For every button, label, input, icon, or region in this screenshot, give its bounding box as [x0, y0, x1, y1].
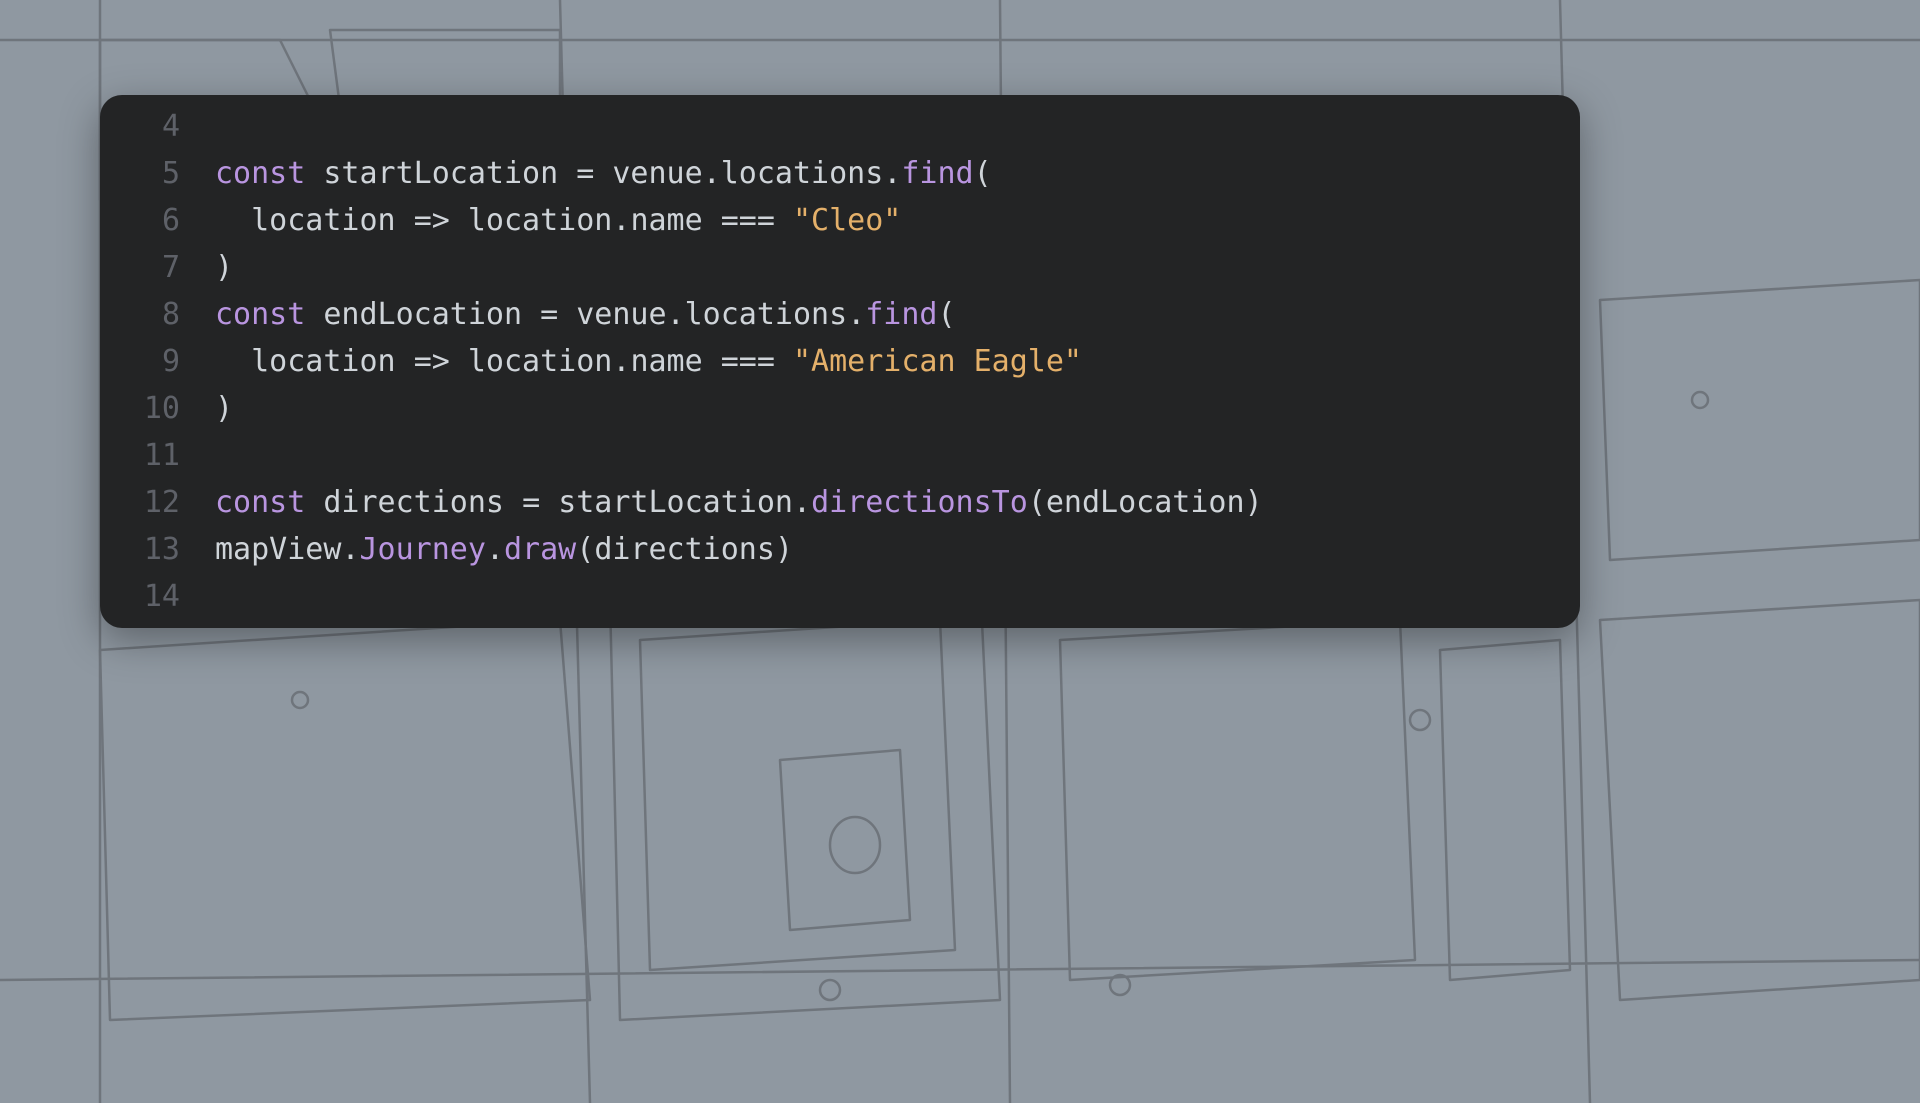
code-token: ) [215, 391, 233, 426]
code-token: "Cleo" [793, 203, 901, 238]
code-token: name [630, 344, 720, 379]
code-token: endLocation [323, 297, 540, 332]
code-token: location [468, 203, 613, 238]
code-token: . [486, 532, 504, 567]
code-content: const endLocation = venue.locations.find… [215, 291, 1580, 338]
code-line: 12const directions = startLocation.direc… [100, 479, 1580, 526]
code-token: venue [576, 297, 666, 332]
code-token: Journey [360, 532, 486, 567]
code-token: const [215, 485, 323, 520]
code-token: location [468, 344, 613, 379]
line-number: 13 [100, 526, 215, 573]
code-token: ) [775, 532, 793, 567]
code-token: . [612, 203, 630, 238]
code-line: 13mapView.Journey.draw(directions) [100, 526, 1580, 573]
code-token: => [414, 344, 468, 379]
code-line: 5const startLocation = venue.locations.f… [100, 150, 1580, 197]
code-token: ) [1245, 485, 1263, 520]
code-line: 7) [100, 244, 1580, 291]
code-token: const [215, 297, 323, 332]
code-line: 9 location => location.name === "America… [100, 338, 1580, 385]
line-number: 9 [100, 338, 215, 385]
code-token: === [721, 344, 793, 379]
line-number: 4 [100, 103, 215, 150]
code-token: = [522, 485, 558, 520]
code-token: . [612, 344, 630, 379]
code-token: . [847, 297, 865, 332]
line-number: 6 [100, 197, 215, 244]
code-token: ( [576, 532, 594, 567]
line-number: 12 [100, 479, 215, 526]
code-token: startLocation [323, 156, 576, 191]
code-token [215, 203, 251, 238]
code-token: locations [721, 156, 884, 191]
line-number: 10 [100, 385, 215, 432]
line-number: 5 [100, 150, 215, 197]
code-content: const directions = startLocation.directi… [215, 479, 1580, 526]
code-token: location [251, 203, 414, 238]
line-number: 7 [100, 244, 215, 291]
code-token: ( [974, 156, 992, 191]
code-content: location => location.name === "American … [215, 338, 1580, 385]
code-token: directions [323, 485, 522, 520]
code-token: find [865, 297, 937, 332]
code-line: 4 [100, 103, 1580, 150]
code-token: mapView [215, 532, 341, 567]
code-content: location => location.name === "Cleo" [215, 197, 1580, 244]
line-number: 11 [100, 432, 215, 479]
code-token: location [251, 344, 414, 379]
code-editor-card: 45const startLocation = venue.locations.… [100, 95, 1580, 628]
code-token: startLocation [558, 485, 793, 520]
code-content: ) [215, 385, 1580, 432]
code-token: const [215, 156, 323, 191]
code-token: ) [215, 250, 233, 285]
line-number: 14 [100, 573, 215, 620]
line-number: 8 [100, 291, 215, 338]
code-token: draw [504, 532, 576, 567]
code-token: === [721, 203, 793, 238]
code-line: 8const endLocation = venue.locations.fin… [100, 291, 1580, 338]
code-token: . [341, 532, 359, 567]
code-content: mapView.Journey.draw(directions) [215, 526, 1580, 573]
code-line: 6 location => location.name === "Cleo" [100, 197, 1580, 244]
code-token: => [414, 203, 468, 238]
code-token: ( [938, 297, 956, 332]
code-token: = [576, 156, 612, 191]
code-token: . [793, 485, 811, 520]
code-token: name [630, 203, 720, 238]
code-token [215, 344, 251, 379]
code-token: directions [594, 532, 775, 567]
code-content: const startLocation = venue.locations.fi… [215, 150, 1580, 197]
code-token: endLocation [1046, 485, 1245, 520]
code-line: 10) [100, 385, 1580, 432]
code-token: . [703, 156, 721, 191]
code-token: venue [612, 156, 702, 191]
code-token: ( [1028, 485, 1046, 520]
code-line: 14 [100, 573, 1580, 620]
code-token: . [883, 156, 901, 191]
code-token: . [667, 297, 685, 332]
code-line: 11 [100, 432, 1580, 479]
code-token: locations [685, 297, 848, 332]
code-token: "American Eagle" [793, 344, 1082, 379]
code-token: = [540, 297, 576, 332]
code-content: ) [215, 244, 1580, 291]
code-token: directionsTo [811, 485, 1028, 520]
code-token: find [901, 156, 973, 191]
